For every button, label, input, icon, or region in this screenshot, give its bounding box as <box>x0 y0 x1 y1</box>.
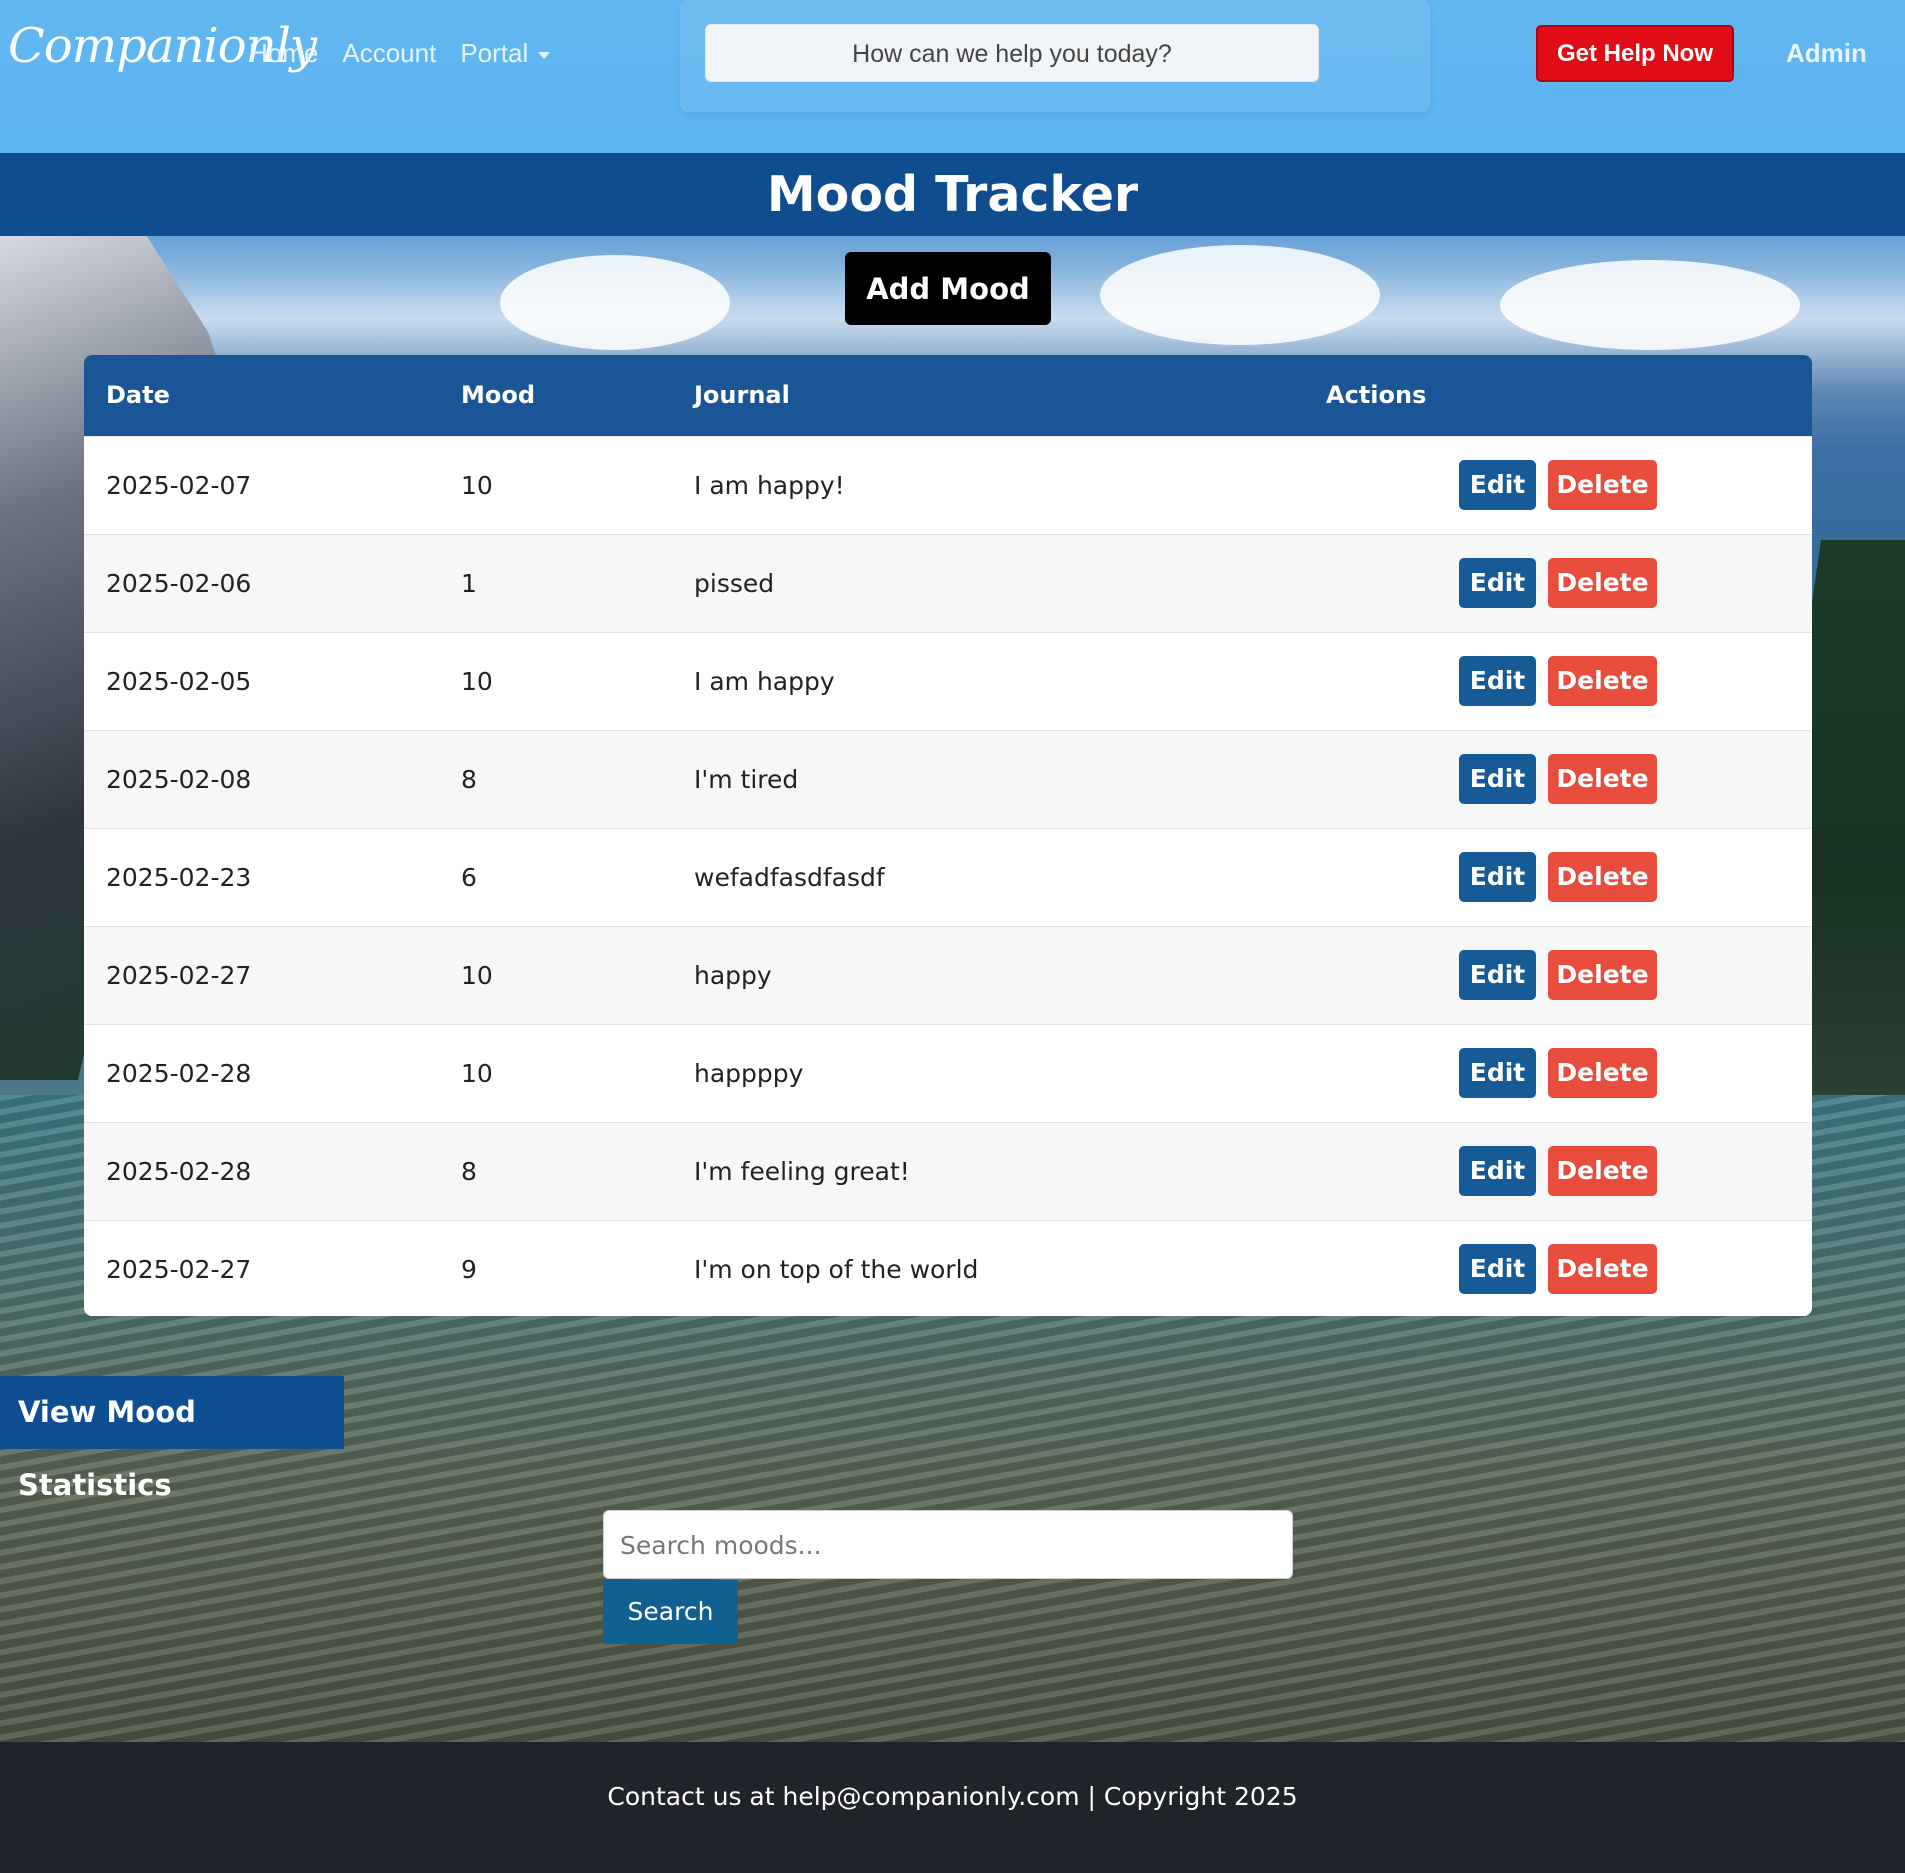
table-row: 2025-02-06 1 pissed Edit Delete <box>84 533 1812 632</box>
page-title: Mood Tracker <box>766 166 1139 223</box>
cell-actions: Edit Delete <box>1304 533 1812 632</box>
cell-mood: 8 <box>439 729 672 828</box>
cell-journal: happy <box>672 925 1304 1024</box>
cell-mood: 6 <box>439 827 672 926</box>
cell-mood: 9 <box>439 1219 672 1316</box>
cell-actions: Edit Delete <box>1304 631 1812 730</box>
table-row: 2025-02-08 8 I'm tired Edit Delete <box>84 729 1812 828</box>
column-header-actions: Actions <box>1326 381 1427 410</box>
table-row: 2025-02-27 9 I'm on top of the world Edit De… <box>84 1219 1812 1316</box>
edit-button[interactable]: Edit <box>1459 460 1536 510</box>
page-title-band: Mood Tracker <box>0 153 1905 236</box>
edit-button[interactable]: Edit <box>1459 754 1536 804</box>
caret-down-icon <box>538 51 551 59</box>
cloud <box>500 255 730 350</box>
cell-date: 2025-02-23 <box>84 827 439 926</box>
add-mood-button[interactable]: Add Mood <box>845 252 1051 325</box>
cell-mood: 8 <box>439 1121 672 1220</box>
cell-actions: Edit Delete <box>1304 925 1812 1024</box>
table-header-row: Date Mood Journal Actions <box>84 355 1812 436</box>
nav-home[interactable]: Home <box>249 38 318 69</box>
column-header-journal: Journal <box>694 381 790 410</box>
cell-actions: Edit Delete <box>1304 1219 1812 1316</box>
cloud <box>1500 260 1800 350</box>
edit-button[interactable]: Edit <box>1459 1146 1536 1196</box>
cell-actions: Edit Delete <box>1304 827 1812 926</box>
cell-date: 2025-02-06 <box>84 533 439 632</box>
cell-date: 2025-02-07 <box>84 435 439 534</box>
nav-portal-dropdown[interactable]: Portal <box>460 38 551 69</box>
cell-actions: Edit Delete <box>1304 435 1812 534</box>
table-row: 2025-02-28 10 happppy Edit Delete <box>84 1023 1812 1122</box>
delete-button[interactable]: Delete <box>1548 558 1657 608</box>
footer: Contact us at help@companionly.com | Cop… <box>0 1742 1905 1873</box>
cell-journal: wefadfasdfasdf <box>672 827 1304 926</box>
footer-text: Contact us at help@companionly.com | Cop… <box>607 1782 1298 1811</box>
delete-button[interactable]: Delete <box>1548 1146 1657 1196</box>
mood-table: Date Mood Journal Actions 2025-02-07 10 I … <box>84 355 1812 1316</box>
cell-journal: I'm on top of the world <box>672 1219 1304 1316</box>
help-search-input[interactable]: How can we help you today? <box>705 24 1319 82</box>
edit-button[interactable]: Edit <box>1459 558 1536 608</box>
table-row: 2025-02-28 8 I'm feeling great! Edit Delete <box>84 1121 1812 1220</box>
cloud <box>1100 245 1380 345</box>
cell-actions: Edit Delete <box>1304 1121 1812 1220</box>
table-row: 2025-02-07 10 I am happy! Edit Delete <box>84 435 1812 534</box>
cell-journal: I'm tired <box>672 729 1304 828</box>
delete-button[interactable]: Delete <box>1548 950 1657 1000</box>
cell-date: 2025-02-28 <box>84 1121 439 1220</box>
column-header-mood: Mood <box>461 381 536 410</box>
cell-date: 2025-02-27 <box>84 925 439 1024</box>
table-row: 2025-02-05 10 I am happy Edit Delete <box>84 631 1812 730</box>
cell-date: 2025-02-28 <box>84 1023 439 1122</box>
cell-actions: Edit Delete <box>1304 1023 1812 1122</box>
cell-journal: I am happy <box>672 631 1304 730</box>
column-header-date: Date <box>106 381 170 410</box>
top-navbar: Companionly Home Account Portal How can … <box>0 0 1905 153</box>
help-search-container: How can we help you today? <box>680 0 1430 112</box>
table-row: 2025-02-23 6 wefadfasdfasdf Edit Delete <box>84 827 1812 926</box>
cell-mood: 10 <box>439 435 672 534</box>
admin-link[interactable]: Admin <box>1786 38 1867 69</box>
cell-mood: 10 <box>439 1023 672 1122</box>
cell-date: 2025-02-08 <box>84 729 439 828</box>
mood-search-input[interactable]: Search moods... <box>603 1510 1293 1579</box>
view-mood-statistics-button[interactable]: View Mood Statistics <box>0 1376 344 1502</box>
delete-button[interactable]: Delete <box>1548 656 1657 706</box>
cell-mood: 10 <box>439 631 672 730</box>
delete-button[interactable]: Delete <box>1548 754 1657 804</box>
search-button[interactable]: Search <box>603 1580 738 1644</box>
cell-journal: happppy <box>672 1023 1304 1122</box>
edit-button[interactable]: Edit <box>1459 1048 1536 1098</box>
cell-date: 2025-02-05 <box>84 631 439 730</box>
cell-journal: I'm feeling great! <box>672 1121 1304 1220</box>
get-help-now-button[interactable]: Get Help Now <box>1536 25 1734 82</box>
cell-journal: I am happy! <box>672 435 1304 534</box>
cell-actions: Edit Delete <box>1304 729 1812 828</box>
table-row: 2025-02-27 10 happy Edit Delete <box>84 925 1812 1024</box>
cell-journal: pissed <box>672 533 1304 632</box>
delete-button[interactable]: Delete <box>1548 460 1657 510</box>
nav-portal-label: Portal <box>460 38 529 68</box>
cell-mood: 1 <box>439 533 672 632</box>
main-nav: Home Account Portal <box>249 38 551 69</box>
delete-button[interactable]: Delete <box>1548 852 1657 902</box>
edit-button[interactable]: Edit <box>1459 1244 1536 1294</box>
edit-button[interactable]: Edit <box>1459 852 1536 902</box>
cell-date: 2025-02-27 <box>84 1219 439 1316</box>
delete-button[interactable]: Delete <box>1548 1048 1657 1098</box>
edit-button[interactable]: Edit <box>1459 656 1536 706</box>
cell-mood: 10 <box>439 925 672 1024</box>
delete-button[interactable]: Delete <box>1548 1244 1657 1294</box>
edit-button[interactable]: Edit <box>1459 950 1536 1000</box>
nav-account[interactable]: Account <box>342 38 436 69</box>
